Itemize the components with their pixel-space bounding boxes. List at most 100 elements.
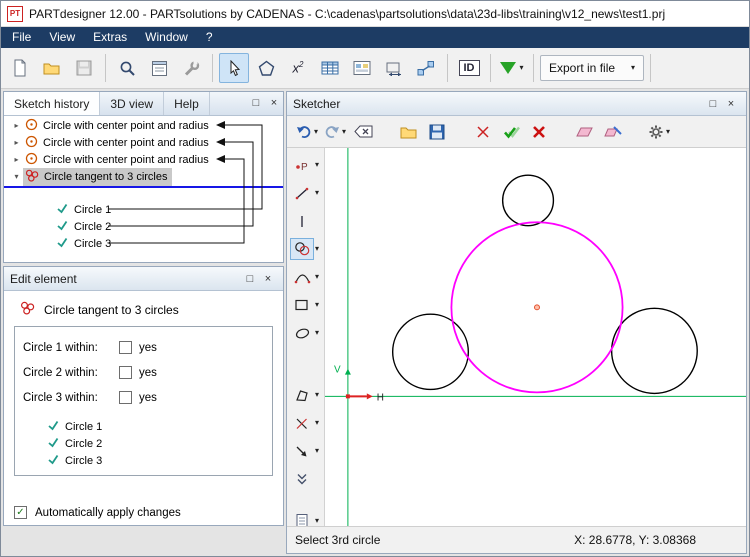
- auto-apply-checkbox[interactable]: ✓: [14, 506, 27, 519]
- tab-3d-view[interactable]: 3D view: [100, 92, 165, 115]
- value-table-button[interactable]: [315, 53, 345, 83]
- expand-collapsed-icon[interactable]: ▸: [10, 138, 23, 147]
- tree-row[interactable]: ▸ Circle with center point and radius: [4, 151, 283, 168]
- polygon-tool-button[interactable]: [290, 384, 314, 406]
- tree-row-label: Circle with center point and radius: [43, 119, 209, 132]
- generate-button[interactable]: ▾: [497, 53, 527, 83]
- export-dropdown-caret[interactable]: ▾: [631, 64, 635, 72]
- rectangle-tool-caret[interactable]: ▾: [315, 301, 319, 309]
- rectangle-tool-row: ▾: [290, 294, 319, 316]
- values-icon: [353, 61, 371, 75]
- menu-help[interactable]: ?: [197, 27, 222, 48]
- form-view-button[interactable]: [144, 53, 174, 83]
- circle-tool-caret[interactable]: ▾: [315, 245, 319, 253]
- expand-collapsed-icon[interactable]: ▸: [10, 121, 23, 130]
- sheet-tool-caret[interactable]: ▾: [315, 517, 319, 525]
- green-triangle-icon: [500, 62, 517, 74]
- apply-button[interactable]: [499, 120, 523, 144]
- id-button[interactable]: ID: [454, 53, 484, 83]
- ellipse-tool-caret[interactable]: ▾: [315, 329, 319, 337]
- arrow-tool-caret[interactable]: ▾: [315, 447, 319, 455]
- polygon-tool-caret[interactable]: ▾: [315, 391, 319, 399]
- expand-collapsed-icon[interactable]: ▸: [10, 155, 23, 164]
- dimension-button[interactable]: [379, 53, 409, 83]
- erase-button[interactable]: [573, 120, 597, 144]
- save-sketch-button[interactable]: [425, 120, 449, 144]
- edit-close-button[interactable]: ×: [259, 273, 277, 285]
- undo-dropdown-caret[interactable]: ▾: [314, 127, 318, 136]
- point-tool-caret[interactable]: ▾: [315, 161, 319, 169]
- menu-view[interactable]: View: [40, 27, 84, 48]
- history-maximize-button[interactable]: □: [247, 92, 265, 115]
- sketch-mode-button[interactable]: [251, 53, 281, 83]
- menu-file[interactable]: File: [3, 27, 40, 48]
- tab-sketch-history[interactable]: Sketch history: [4, 92, 101, 115]
- menu-extras[interactable]: Extras: [84, 27, 136, 48]
- sketch-element-icon: [56, 236, 68, 251]
- delete-last-button[interactable]: [351, 120, 375, 144]
- arc-tool-button[interactable]: [290, 266, 314, 288]
- redo-dropdown-caret[interactable]: ▾: [342, 127, 346, 136]
- tree-child-row[interactable]: Circle 1: [4, 201, 283, 218]
- edit-circle-label: Circle 2: [65, 437, 103, 450]
- circle3-within-checkbox[interactable]: [119, 391, 132, 404]
- trim-tool-button[interactable]: [290, 412, 314, 434]
- tree-row[interactable]: ▸ Circle with center point and radius: [4, 117, 283, 134]
- expand-expanded-icon[interactable]: ▾: [10, 172, 23, 181]
- rectangle-tool-button[interactable]: [290, 294, 314, 316]
- edit-circle-item[interactable]: Circle 2: [23, 435, 264, 452]
- tree-child-row[interactable]: Circle 3: [4, 235, 283, 252]
- window-title: PARTdesigner 12.00 - PARTsolutions by CA…: [29, 6, 666, 21]
- select-mode-button[interactable]: [219, 53, 249, 83]
- sketcher-close-button[interactable]: ×: [722, 98, 740, 110]
- settings-dropdown-caret[interactable]: ▾: [666, 127, 670, 136]
- tools-button[interactable]: [176, 53, 206, 83]
- sketcher-maximize-button[interactable]: □: [704, 98, 722, 110]
- export-in-file-button[interactable]: Export in file ▾: [540, 55, 645, 81]
- preview-button[interactable]: [347, 53, 377, 83]
- relations-button[interactable]: [411, 53, 441, 83]
- circle2-within-row: Circle 2 within: yes: [23, 360, 264, 385]
- edit-circle-item[interactable]: Circle 1: [23, 418, 264, 435]
- circle-tool-button[interactable]: [290, 238, 314, 260]
- sketcher-panel: Sketcher □ × ▾ ▾ ▾ P ▾ ▾ ▾ ▾ ▾ ▾ ▾ ▾ ▾ ▾…: [286, 91, 747, 554]
- arc-tool-caret[interactable]: ▾: [315, 273, 319, 281]
- more-tools-button[interactable]: [290, 468, 314, 490]
- trim-tool-caret[interactable]: ▾: [315, 419, 319, 427]
- red-cross-icon: [533, 125, 545, 138]
- menu-window[interactable]: Window: [136, 27, 197, 48]
- cut-button[interactable]: [471, 120, 495, 144]
- vertical-line-tool-button[interactable]: [290, 210, 314, 232]
- circle1-within-checkbox[interactable]: [119, 341, 132, 354]
- zoom-button[interactable]: [112, 53, 142, 83]
- sketcher-canvas[interactable]: HV: [325, 148, 746, 526]
- sketcher-canvas-svg[interactable]: HV: [325, 148, 746, 526]
- discard-button[interactable]: [527, 120, 551, 144]
- tree-row-selected[interactable]: ▾ Circle tangent to 3 circles: [4, 167, 283, 186]
- line-tool-caret[interactable]: ▾: [315, 189, 319, 197]
- undo-button[interactable]: ▾: [295, 120, 319, 144]
- edit-maximize-button[interactable]: □: [241, 273, 259, 285]
- sketcher-settings-button[interactable]: ▾: [647, 120, 671, 144]
- pentagon-icon: [258, 60, 274, 76]
- point-tool-button[interactable]: P: [290, 154, 314, 176]
- load-sketch-button[interactable]: [397, 120, 421, 144]
- variables-button[interactable]: x2: [283, 53, 313, 83]
- save-project-button[interactable]: [69, 53, 99, 83]
- tab-help[interactable]: Help: [164, 92, 210, 115]
- new-document-button[interactable]: [5, 53, 35, 83]
- tree-row[interactable]: ▸ Circle with center point and radius: [4, 134, 283, 151]
- edit-circle-item[interactable]: Circle 3: [23, 452, 264, 469]
- eraser-pen-icon: [604, 125, 622, 136]
- arrow-tool-button[interactable]: [290, 440, 314, 462]
- circle3-within-value: yes: [139, 391, 157, 404]
- ellipse-tool-button[interactable]: [290, 322, 314, 344]
- redo-button[interactable]: ▾: [323, 120, 347, 144]
- history-close-button[interactable]: ×: [265, 92, 283, 115]
- generate-dropdown-caret[interactable]: ▾: [519, 64, 523, 72]
- circle2-within-checkbox[interactable]: [119, 366, 132, 379]
- erase-element-button[interactable]: [601, 120, 625, 144]
- open-project-button[interactable]: [37, 53, 67, 83]
- tree-child-row[interactable]: Circle 2: [4, 218, 283, 235]
- line-tool-button[interactable]: [290, 182, 314, 204]
